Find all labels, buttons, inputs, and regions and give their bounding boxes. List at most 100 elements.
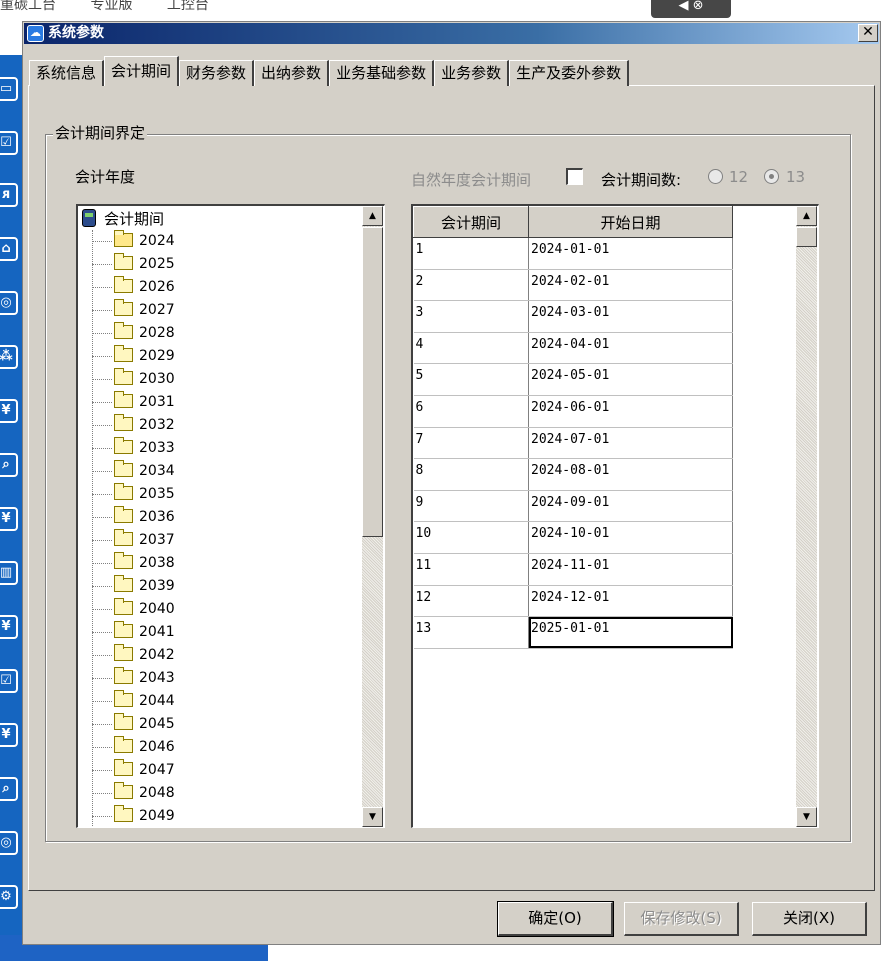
table-row[interactable]: 7 2024-07-01 xyxy=(413,427,733,460)
wallet-icon[interactable]: ¥ xyxy=(0,723,18,747)
crumb-item[interactable]: 专业版 xyxy=(90,0,132,13)
table-row[interactable]: 6 2024-06-01 xyxy=(413,395,733,428)
natural-year-checkbox[interactable] xyxy=(566,168,583,185)
tab-business-params[interactable]: 业务参数 xyxy=(434,60,510,86)
tab-accounting-period[interactable]: 会计期间 xyxy=(104,56,180,86)
table-row[interactable]: 5 2024-05-01 xyxy=(413,363,733,396)
period-number-cell[interactable]: 9 xyxy=(413,490,529,523)
bill-icon[interactable]: ¥ xyxy=(0,615,18,639)
tree-year-item[interactable]: 2043 xyxy=(78,667,384,690)
tab-business-base-params[interactable]: 业务基础参数 xyxy=(329,60,435,86)
target-icon[interactable]: ◎ xyxy=(0,831,18,855)
period-number-cell[interactable]: 10 xyxy=(413,521,529,554)
tree-year-item[interactable]: 2031 xyxy=(78,391,384,414)
column-header-period[interactable]: 会计期间 xyxy=(413,206,529,238)
tree-year-item[interactable]: 2032 xyxy=(78,414,384,437)
tree-year-item[interactable]: 2041 xyxy=(78,621,384,644)
period-grid[interactable]: 会计期间 开始日期 1 2024-01-01 2 2024-02-01 3 2024-03… xyxy=(411,204,819,828)
period-number-cell[interactable]: 5 xyxy=(413,363,529,396)
tree-year-item[interactable]: 2024 xyxy=(78,230,384,253)
tree-year-item[interactable]: 2034 xyxy=(78,460,384,483)
period-number-cell[interactable]: 7 xyxy=(413,427,529,460)
period-number-cell[interactable]: 8 xyxy=(413,458,529,491)
start-date-cell[interactable]: 2024-08-01 xyxy=(528,458,733,491)
period-number-cell[interactable]: 3 xyxy=(413,300,529,333)
close-circle-icon[interactable]: ⊗ xyxy=(693,0,704,13)
start-date-cell[interactable]: 2024-02-01 xyxy=(528,269,733,302)
building-icon[interactable]: ▥ xyxy=(0,561,18,585)
column-header-start-date[interactable]: 开始日期 xyxy=(528,206,733,238)
home-icon[interactable]: ⌂ xyxy=(0,237,18,261)
fiscal-year-tree[interactable]: 会计期间 2024 2025 2026 2027 2028 2029 2030 2031 203… xyxy=(76,204,385,828)
scroll-up-icon[interactable]: ▲ xyxy=(362,206,383,226)
background-window-controls[interactable]: ◀ ⊗ xyxy=(651,0,731,18)
tab-finance-params[interactable]: 财务参数 xyxy=(179,60,255,86)
start-date-cell[interactable]: 2024-01-01 xyxy=(528,237,733,270)
ok-button[interactable]: 确定(O) xyxy=(497,901,614,937)
start-date-cell[interactable]: 2024-10-01 xyxy=(528,521,733,554)
tree-year-item[interactable]: 2049 xyxy=(78,805,384,827)
table-row[interactable]: 4 2024-04-01 xyxy=(413,332,733,365)
table-row[interactable]: 12 2024-12-01 xyxy=(413,585,733,618)
monitor-icon[interactable]: ▭ xyxy=(0,77,18,101)
back-icon[interactable]: ◀ xyxy=(678,0,688,13)
start-date-cell[interactable]: 2024-09-01 xyxy=(528,490,733,523)
tab-production-outsourcing-params[interactable]: 生产及委外参数 xyxy=(509,60,630,86)
start-date-cell[interactable]: 2024-07-01 xyxy=(528,427,733,460)
tree-year-item[interactable]: 2042 xyxy=(78,644,384,667)
table-row[interactable]: 11 2024-11-01 xyxy=(413,553,733,586)
start-date-cell[interactable]: 2024-04-01 xyxy=(528,332,733,365)
crumb-item[interactable]: 重碳工台 xyxy=(0,0,56,13)
tab-cashier-params[interactable]: 出纳参数 xyxy=(254,60,330,86)
eye-icon[interactable]: ◎ xyxy=(0,291,18,315)
close-icon[interactable]: ✕ xyxy=(858,24,878,42)
crumb-item[interactable]: 工控台 xyxy=(167,0,209,13)
tree-scroll-thumb[interactable] xyxy=(362,227,383,537)
tree-year-item[interactable]: 2027 xyxy=(78,299,384,322)
gear-icon[interactable]: ⚙ xyxy=(0,885,18,909)
period-number-cell[interactable]: 6 xyxy=(413,395,529,428)
tree-year-item[interactable]: 2037 xyxy=(78,529,384,552)
tree-year-item[interactable]: 2030 xyxy=(78,368,384,391)
table-row[interactable]: 9 2024-09-01 xyxy=(413,490,733,523)
table-row[interactable]: 1 2024-01-01 xyxy=(413,237,733,270)
period-count-radio-12[interactable] xyxy=(708,169,723,184)
start-date-cell[interactable]: 2024-06-01 xyxy=(528,395,733,428)
table-row[interactable]: 13 2025-01-01 xyxy=(413,616,733,649)
house-search-icon[interactable]: ⌕ xyxy=(0,453,18,477)
table-row[interactable]: 10 2024-10-01 xyxy=(413,521,733,554)
period-number-cell[interactable]: 4 xyxy=(413,332,529,365)
scroll-up-icon[interactable]: ▲ xyxy=(796,206,817,226)
table-row[interactable]: 8 2024-08-01 xyxy=(413,458,733,491)
tree-year-item[interactable]: 2028 xyxy=(78,322,384,345)
invoice-icon[interactable]: ¥ xyxy=(0,507,18,531)
search-icon[interactable]: ⌕ xyxy=(0,777,18,801)
start-date-cell[interactable]: 2024-12-01 xyxy=(528,585,733,618)
period-number-cell[interactable]: 2 xyxy=(413,269,529,302)
dialog-titlebar[interactable]: ☁ 系统参数 xyxy=(24,23,879,44)
tree-year-item[interactable]: 2025 xyxy=(78,253,384,276)
table-row[interactable]: 3 2024-03-01 xyxy=(413,300,733,333)
user-icon[interactable]: ᴙ xyxy=(0,183,18,207)
tree-year-item[interactable]: 2038 xyxy=(78,552,384,575)
period-number-cell[interactable]: 11 xyxy=(413,553,529,586)
period-number-cell[interactable]: 12 xyxy=(413,585,529,618)
tree-year-item[interactable]: 2036 xyxy=(78,506,384,529)
grid-scroll-thumb[interactable] xyxy=(796,227,817,247)
approve-icon[interactable]: ☑ xyxy=(0,669,18,693)
period-number-cell[interactable]: 13 xyxy=(413,616,529,649)
scroll-down-icon[interactable]: ▼ xyxy=(362,807,383,827)
start-date-cell[interactable]: 2024-05-01 xyxy=(528,363,733,396)
tree-scrollbar[interactable]: ▲ ▼ xyxy=(362,206,383,827)
tree-year-item[interactable]: 2044 xyxy=(78,690,384,713)
tree-year-item[interactable]: 2047 xyxy=(78,759,384,782)
period-count-radio-13[interactable] xyxy=(764,169,779,184)
tree-year-item[interactable]: 2045 xyxy=(78,713,384,736)
grid-scrollbar[interactable]: ▲ ▼ xyxy=(796,206,817,827)
tree-year-item[interactable]: 2035 xyxy=(78,483,384,506)
scroll-down-icon[interactable]: ▼ xyxy=(796,807,817,827)
org-icon[interactable]: ⁂ xyxy=(0,345,18,369)
check-icon[interactable]: ☑ xyxy=(0,131,18,155)
tab-system-info[interactable]: 系统信息 xyxy=(29,60,105,86)
save-changes-button[interactable]: 保存修改(S) xyxy=(624,902,739,936)
